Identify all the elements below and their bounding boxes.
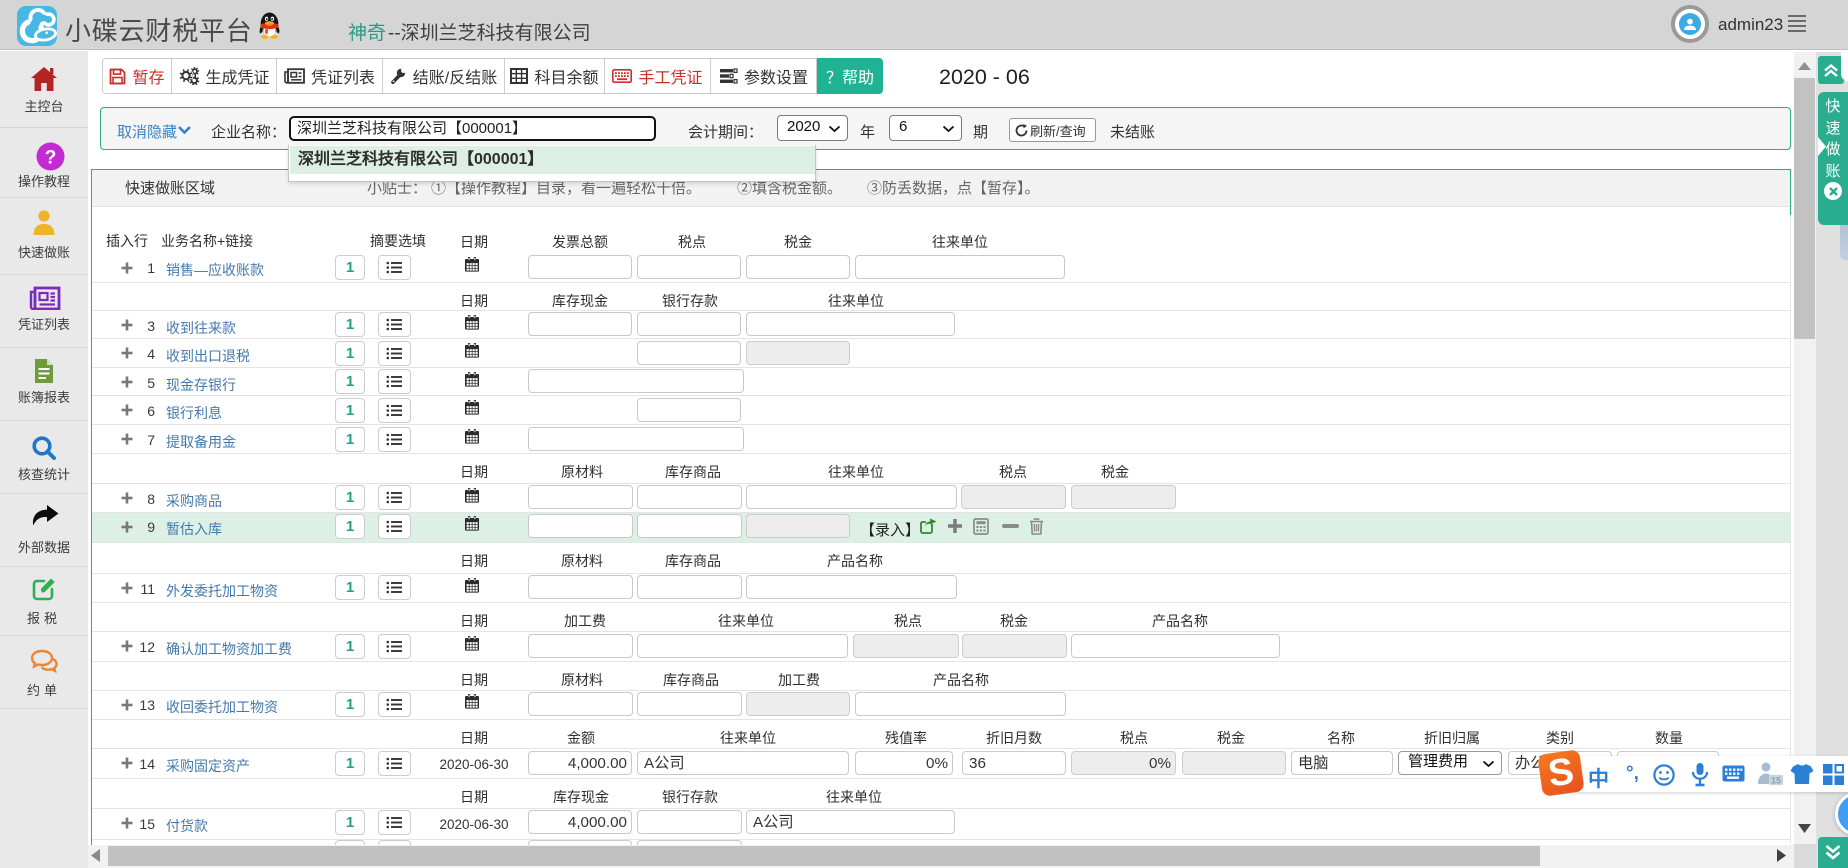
svg-text:15: 15 bbox=[1771, 776, 1781, 786]
svg-text:?: ? bbox=[45, 147, 57, 168]
